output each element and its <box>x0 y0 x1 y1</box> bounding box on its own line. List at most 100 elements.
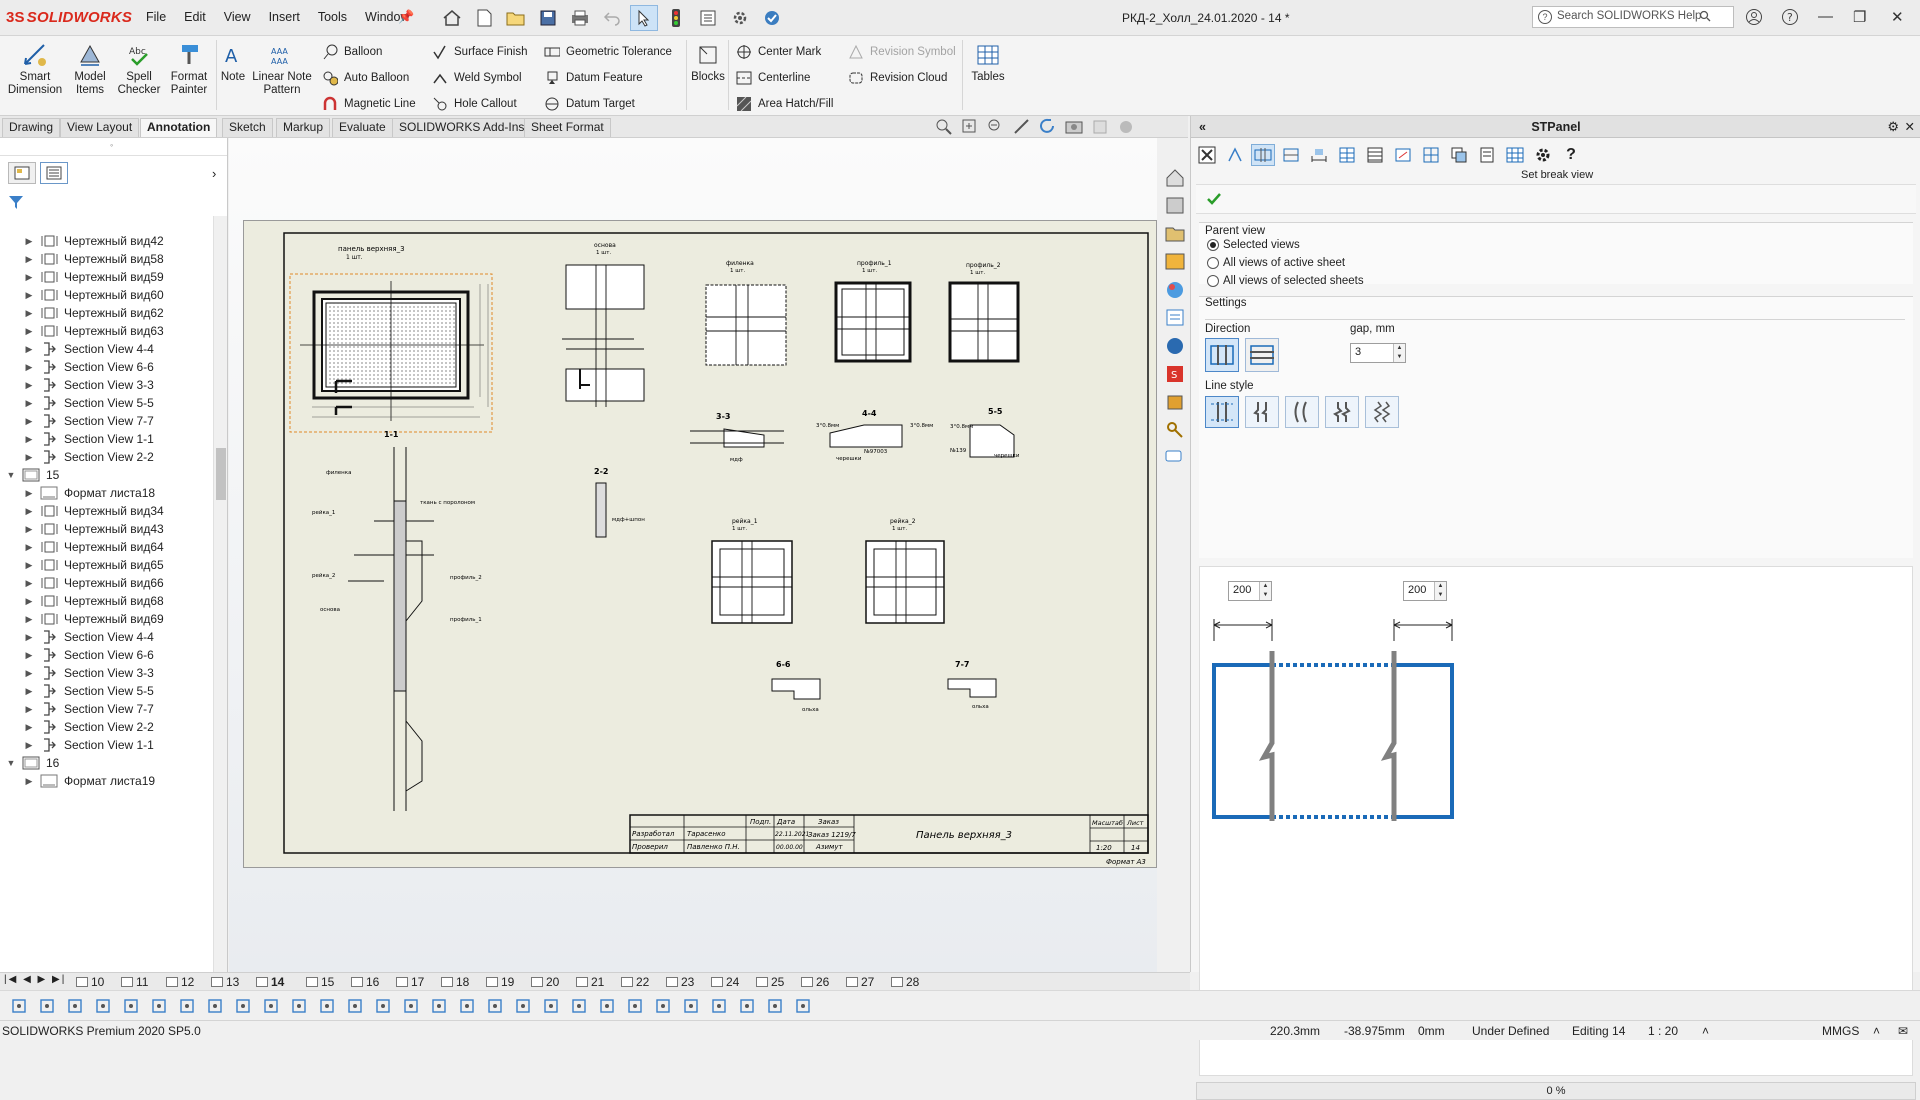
search-icon[interactable] <box>1699 10 1711 25</box>
expand-arrow-icon[interactable]: ▶ <box>24 398 34 409</box>
sheet-tab[interactable]: 18 <box>441 974 469 990</box>
sheet-tab[interactable]: 14 <box>256 974 284 990</box>
expand-arrow-icon[interactable]: ▶ <box>24 452 34 463</box>
3d-box-icon[interactable] <box>234 997 252 1015</box>
rectangle-icon[interactable] <box>206 997 224 1015</box>
section-5-5-view[interactable]: 5-5 3°0.8мм №139 черешки <box>950 407 1020 459</box>
sketch-view-icon[interactable] <box>1013 118 1031 136</box>
balloon-button[interactable]: Balloon <box>322 44 382 60</box>
close-icon[interactable]: ✕ <box>1891 8 1904 26</box>
sheet-tab[interactable]: 13 <box>211 974 239 990</box>
expand-arrow-icon[interactable]: ▶ <box>24 416 34 427</box>
minimize-icon[interactable]: — <box>1818 8 1833 25</box>
datum-target-button[interactable]: Datum Target <box>544 96 635 112</box>
design-library-icon[interactable] <box>1163 194 1187 216</box>
grid-layout-icon[interactable] <box>1419 144 1443 166</box>
clear-filter-icon[interactable] <box>122 997 140 1015</box>
spell-checker-button[interactable]: Abc Spell Checker <box>116 42 162 97</box>
note-tool-icon[interactable] <box>458 997 476 1015</box>
break-view-icon[interactable] <box>1251 144 1275 166</box>
tab-annotation[interactable]: Annotation <box>140 118 218 137</box>
sheet-tab[interactable]: 12 <box>166 974 194 990</box>
panel-close-icon[interactable]: ✕ <box>1905 116 1915 138</box>
sheet-tab[interactable]: 28 <box>891 974 919 990</box>
area-icon[interactable] <box>626 997 644 1015</box>
menu-edit[interactable]: Edit <box>175 10 215 24</box>
sheet-tab[interactable]: 27 <box>846 974 874 990</box>
section-1-1-view[interactable]: 1-1 филенка рейка_1 рейка_2 основа ткань… <box>312 430 482 811</box>
user-account-icon[interactable] <box>1745 8 1763 30</box>
status-scale-arrow-icon[interactable]: ˄ <box>1702 1024 1709 1038</box>
surface-finish-button[interactable]: Surface Finish <box>432 44 528 60</box>
center-mark-button[interactable]: Center Mark <box>736 44 821 60</box>
help-question-icon[interactable]: ? <box>1559 144 1583 166</box>
centerline-tool-icon[interactable] <box>262 997 280 1015</box>
traffic-light-icon[interactable] <box>662 5 690 31</box>
ok-checkmark-icon[interactable] <box>1206 191 1222 210</box>
reyka1-view[interactable]: рейка_1 1 шт. <box>711 518 793 624</box>
panel-settings-gear-icon[interactable]: ⚙ <box>1887 116 1899 138</box>
camera-icon[interactable] <box>738 997 756 1015</box>
weld-symbol-button[interactable]: Weld Symbol <box>432 70 522 86</box>
toolbox-icon[interactable] <box>1163 390 1187 412</box>
tree-expand-chevron-icon[interactable]: › <box>212 166 216 181</box>
expand-arrow-icon[interactable]: ▶ <box>24 686 34 697</box>
sheet-tab[interactable]: 16 <box>351 974 379 990</box>
previous-view-icon[interactable] <box>987 118 1005 136</box>
new-document-icon[interactable] <box>470 5 498 31</box>
hole-callout-button[interactable]: Hole Callout <box>432 96 517 112</box>
appearances-icon[interactable] <box>1163 278 1187 300</box>
section-view-icon[interactable] <box>1279 144 1303 166</box>
profil1-view[interactable]: профиль_1 1 шт. <box>834 260 912 363</box>
sheet-tab[interactable]: 22 <box>621 974 649 990</box>
view-list-icon[interactable] <box>1475 144 1499 166</box>
image-capture-icon[interactable] <box>1065 118 1083 136</box>
revision-symbol-button[interactable]: Revision Symbol <box>848 44 956 60</box>
expand-arrow-icon[interactable]: ▶ <box>24 308 34 319</box>
trim-icon[interactable] <box>430 997 448 1015</box>
line-style-curve-button[interactable] <box>1285 396 1319 428</box>
filter-layers-icon[interactable] <box>66 997 84 1015</box>
sketch-filter-icon[interactable] <box>10 997 28 1015</box>
sheet-tab[interactable]: 20 <box>531 974 559 990</box>
splitter-handle-icon[interactable]: ◦ <box>110 140 113 150</box>
rebuild-icon[interactable] <box>1039 118 1057 136</box>
view-palette-icon[interactable] <box>1163 250 1187 272</box>
expand-arrow-icon[interactable]: ▶ <box>24 704 34 715</box>
tab-solidworks-addins[interactable]: SOLIDWORKS Add-Ins <box>392 118 532 137</box>
expand-arrow-icon[interactable]: ▶ <box>24 650 34 661</box>
dimension-tool-icon[interactable] <box>318 997 336 1015</box>
sheet-tab[interactable]: 15 <box>306 974 334 990</box>
circle-icon[interactable] <box>374 997 392 1015</box>
tab-sheet-format[interactable]: Sheet Format <box>524 118 611 137</box>
expand-arrow-icon[interactable]: ▶ <box>24 668 34 679</box>
auto-balloon-button[interactable]: Auto Balloon <box>322 70 409 86</box>
tables-button[interactable]: Tables <box>966 42 1010 84</box>
tree-scrollbar[interactable] <box>213 216 227 972</box>
layer-icon[interactable] <box>794 997 812 1015</box>
open-icon[interactable] <box>502 5 530 31</box>
property-manager-tab-icon[interactable] <box>40 162 68 184</box>
settings-gear-icon[interactable] <box>1531 144 1555 166</box>
point-icon[interactable] <box>150 997 168 1015</box>
file-properties-icon[interactable] <box>694 5 722 31</box>
zoom-to-fit-icon[interactable] <box>935 118 953 136</box>
status-scale[interactable]: 1 : 20 <box>1648 1024 1678 1038</box>
datum-feature-button[interactable]: Datum Feature <box>544 70 643 86</box>
align-icon[interactable] <box>682 997 700 1015</box>
select-cursor-icon[interactable] <box>630 5 658 31</box>
preview-right-offset-input[interactable]: 200 ▲ ▼ <box>1403 581 1447 601</box>
key-icon[interactable] <box>1163 418 1187 440</box>
tab-drawing[interactable]: Drawing <box>2 118 61 137</box>
area-hatch-button[interactable]: Area Hatch/Fill <box>736 96 833 112</box>
radio-selected-views[interactable]: Selected views <box>1207 239 1300 251</box>
file-explorer-icon[interactable] <box>1163 222 1187 244</box>
status-message-icon[interactable]: ✉ <box>1898 1024 1908 1038</box>
expand-arrow-icon[interactable]: ▶ <box>24 722 34 733</box>
radio-all-views-active-sheet[interactable]: All views of active sheet <box>1207 257 1345 269</box>
addin-icon[interactable] <box>758 5 786 31</box>
hide-show-icon[interactable] <box>1091 118 1109 136</box>
appearance-tool-icon[interactable] <box>654 997 672 1015</box>
expand-arrow-icon[interactable]: ▶ <box>24 632 34 643</box>
sheet-tab[interactable]: 17 <box>396 974 424 990</box>
